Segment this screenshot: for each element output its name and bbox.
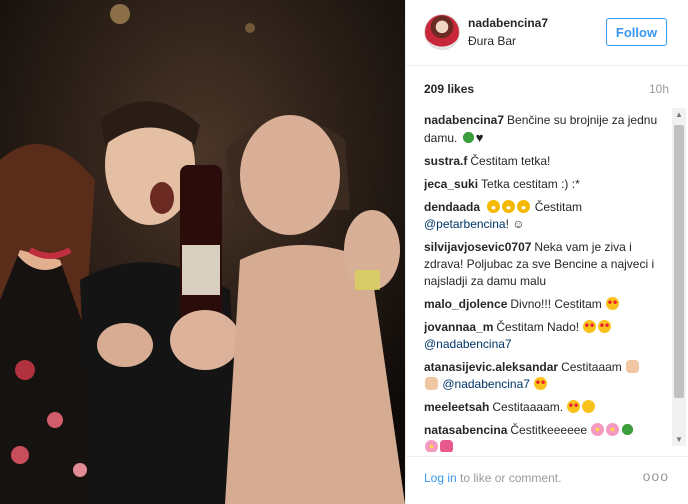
four-leaf-clover-emoji-icon <box>461 131 475 144</box>
comment: dendaada Čestitam @petarbencina! ☺ <box>424 199 670 233</box>
more-options-icon[interactable]: ooo <box>643 468 669 484</box>
comments-scrollbar[interactable]: ▲ ▼ <box>672 108 686 446</box>
comment-text: Čestitam Nado! <box>496 320 580 334</box>
post-username[interactable]: nadabencina7 <box>468 16 548 30</box>
clapping-hands-emoji-icon <box>626 360 640 373</box>
login-link[interactable]: Log in <box>424 471 457 485</box>
avatar[interactable] <box>424 14 460 50</box>
comment-text-tail: ! ☺ <box>505 217 525 231</box>
post-sidebar: nadabencina7 Đura Bar Follow 209 likes 1… <box>405 0 688 504</box>
post-time[interactable]: 10h <box>649 82 669 96</box>
cherry-blossom-emoji-icon <box>591 423 605 436</box>
cherry-blossom-emoji-icon <box>606 423 620 436</box>
comment: silvijavjosevic0707 Neka vam je ziva i zd… <box>424 239 670 290</box>
scroll-down-arrow-icon[interactable]: ▼ <box>672 433 686 446</box>
smiling-face-emoji-icon <box>582 400 596 413</box>
comment-text: Čestitkeeeeee <box>510 423 588 437</box>
heart-eyes-emoji-icon <box>583 320 597 333</box>
heart-eyes-emoji-icon <box>534 377 548 390</box>
scroll-up-arrow-icon[interactable]: ▲ <box>672 108 686 121</box>
black-heart-emoji-icon: ♥ <box>475 130 484 145</box>
comment-author[interactable]: malo_djolence <box>424 297 507 311</box>
comment-author[interactable]: meeleetsah <box>424 400 489 414</box>
clapping-hands-emoji-icon <box>425 377 438 390</box>
comment-author[interactable]: silvijavjosevic0707 <box>424 240 531 254</box>
comment-text: Tetka cestitam :) :* <box>481 177 580 191</box>
likes-count[interactable]: 209 likes <box>424 82 474 96</box>
heart-eyes-emoji-icon <box>567 400 581 413</box>
comment-author[interactable]: atanasijevic.aleksandar <box>424 360 558 374</box>
post-footer: Log in to like or comment. ooo <box>406 456 688 504</box>
comment-author[interactable]: natasabencina <box>424 423 507 437</box>
scrollbar-thumb[interactable] <box>674 125 684 398</box>
comment: sustra.f Čestitam tetka! <box>424 153 670 170</box>
comment-text: Cestitaaaam. <box>492 400 564 414</box>
party-photo-illustration <box>0 0 405 504</box>
comment-text: Čestitam tetka! <box>470 154 551 168</box>
comment-mention[interactable]: @nadabencina7 <box>442 377 530 391</box>
comment-author[interactable]: dendaada <box>424 200 480 214</box>
comments-list: nadabencina7 Benčine su brojnije za jednu… <box>424 112 670 452</box>
comment: jovannaa_m Čestitam Nado! @nadabencina7 <box>424 319 670 353</box>
login-prompt-text: to like or comment. <box>456 471 562 485</box>
comment-mention[interactable]: @nadabencina7 <box>424 337 512 351</box>
ribbon-emoji-icon <box>440 440 453 452</box>
blossom-emoji-icon <box>621 423 635 436</box>
comment-text: Divno!!! Cestitam <box>510 297 602 311</box>
tulip-emoji-icon <box>425 440 438 452</box>
laughing-emoji-icon <box>487 200 501 213</box>
heart-eyes-emoji-icon <box>598 320 612 333</box>
post-location[interactable]: Đura Bar <box>468 34 516 48</box>
heart-eyes-emoji-icon <box>606 297 620 310</box>
laughing-emoji-icon <box>517 200 531 213</box>
laughing-emoji-icon <box>502 200 516 213</box>
comment-mention[interactable]: @petarbencina <box>424 217 506 231</box>
login-prompt: Log in to like or comment. <box>424 471 561 485</box>
comment: malo_djolence Divno!!! Cestitam <box>424 296 670 313</box>
post-photo[interactable] <box>0 0 405 504</box>
comment: meeleetsah Cestitaaaam. <box>424 399 670 416</box>
comment-text: Čestitam <box>534 200 583 214</box>
comment-author[interactable]: sustra.f <box>424 154 467 168</box>
follow-button[interactable]: Follow <box>606 18 667 46</box>
comment: atanasijevic.aleksandar Cestitaaam @nadab… <box>424 359 670 393</box>
comment: natasabencina Čestitkeeeeee <box>424 422 670 452</box>
comment: nadabencina7 Benčine su brojnije za jednu… <box>424 112 670 147</box>
comment-author[interactable]: jeca_suki <box>424 177 478 191</box>
comment-author[interactable]: nadabencina7 <box>424 113 504 127</box>
comment: jeca_suki Tetka cestitam :) :* <box>424 176 670 193</box>
post-header: nadabencina7 Đura Bar Follow <box>406 0 688 66</box>
comment-author[interactable]: jovannaa_m <box>424 320 493 334</box>
comment-text: Cestitaaam <box>561 360 622 374</box>
post-stats: 209 likes 10h <box>424 82 669 98</box>
